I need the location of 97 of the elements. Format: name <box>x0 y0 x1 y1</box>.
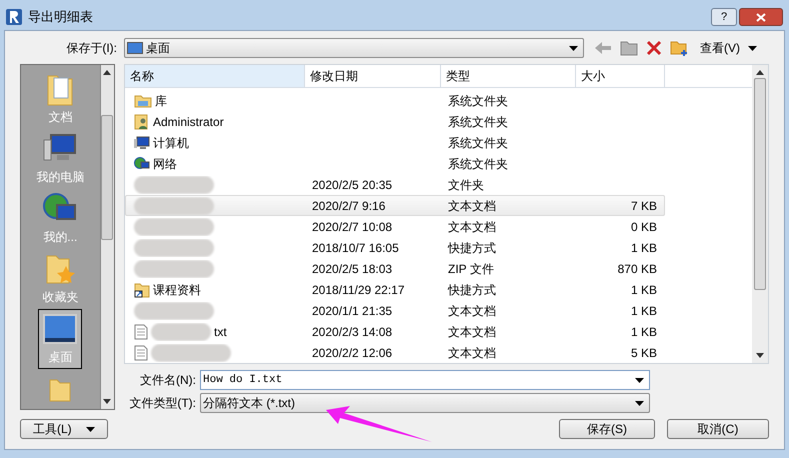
computer-icon <box>134 136 150 150</box>
file-type: 快捷方式 <box>448 282 496 296</box>
scroll-down-icon[interactable] <box>103 399 112 404</box>
file-size: 1 KB <box>630 282 657 296</box>
scroll-thumb[interactable] <box>754 78 766 290</box>
column-header[interactable]: 名称 <box>125 65 305 87</box>
file-size: 1 KB <box>630 324 657 338</box>
file-type: 文本文档 <box>448 346 496 360</box>
desktop-icon <box>43 314 78 344</box>
file-size: 1 KB <box>630 240 657 254</box>
dropdown-caret-icon <box>635 400 644 406</box>
file-row[interactable]: 2020/2/7 9:16 文本文档 7 KB <box>125 195 665 216</box>
modified-date: 2018/10/7 16:05 <box>312 240 399 254</box>
file-name: txt <box>214 324 227 340</box>
file-name-label: 文件名(N): <box>139 372 196 389</box>
network-icon <box>134 156 150 170</box>
modified-date: 2020/2/7 9:16 <box>312 198 386 212</box>
file-type: 文本文档 <box>448 198 496 212</box>
modified-date: 2020/1/1 21:35 <box>312 304 392 318</box>
text-file-icon <box>134 344 148 360</box>
file-type: 系统文件夹 <box>448 114 508 128</box>
close-icon <box>756 12 766 22</box>
modified-date: 2020/2/3 14:08 <box>312 324 392 338</box>
dropdown-caret-icon <box>635 378 644 382</box>
dropdown-caret-icon <box>86 426 95 432</box>
file-row[interactable]: 2020/2/2 12:06 文本文档 5 KB <box>125 342 665 363</box>
help-button[interactable]: ? <box>711 8 737 26</box>
save-button[interactable]: 保存(S) <box>559 419 655 439</box>
place-label: 文档 <box>48 109 72 126</box>
library-icon <box>134 94 152 108</box>
view-menu-button[interactable]: 查看(V) <box>700 39 757 57</box>
up-folder-icon[interactable] <box>620 40 638 56</box>
text-file-icon <box>134 324 148 340</box>
file-name-field[interactable]: How do I.txt <box>200 370 650 390</box>
cancel-button[interactable]: 取消(C) <box>667 419 769 439</box>
place-label: 我的电脑 <box>36 169 84 186</box>
dropdown-caret-icon <box>569 46 578 50</box>
file-type: 文本文档 <box>448 304 496 318</box>
file-row[interactable]: 2018/10/7 16:05 快捷方式 1 KB <box>125 237 665 258</box>
scroll-down-icon[interactable] <box>756 353 764 358</box>
place-label: 桌面 <box>48 349 72 366</box>
file-name: 库 <box>155 92 167 110</box>
file-type: 文件夹 <box>448 178 484 192</box>
file-row[interactable]: Administrator 系统文件夹 <box>125 111 665 132</box>
file-name: Administrator <box>153 114 224 130</box>
file-name: 网络 <box>153 156 177 172</box>
app-logo-icon <box>6 9 22 25</box>
window-title: 导出明细表 <box>28 8 93 26</box>
file-type: 文本文档 <box>448 324 496 338</box>
modified-date: 2020/2/7 10:08 <box>312 220 392 234</box>
file-type: 系统文件夹 <box>448 136 508 150</box>
new-folder-icon[interactable] <box>670 40 688 56</box>
file-type-label: 文件类型(T): <box>128 395 196 412</box>
place-label: 收藏夹 <box>42 289 78 306</box>
file-type: 系统文件夹 <box>448 94 508 108</box>
save-in-label: 保存于(I): <box>65 40 118 57</box>
dropdown-caret-icon <box>748 46 757 50</box>
modified-date: 2020/2/5 18:03 <box>312 262 392 276</box>
file-size: 0 KB <box>630 220 657 234</box>
place-label: 我的... <box>43 229 78 246</box>
file-row[interactable]: 2020/2/7 10:08 文本文档 0 KB <box>125 216 665 237</box>
column-header[interactable]: 大小 <box>576 65 665 87</box>
column-header[interactable]: 类型 <box>441 65 576 87</box>
file-name: 课程资料 <box>153 282 201 298</box>
file-row[interactable]: 2020/2/5 20:35 文件夹 <box>125 174 665 195</box>
close-button[interactable] <box>739 8 783 26</box>
file-row[interactable]: 2020/2/5 18:03 ZIP 文件 870 KB <box>125 258 665 279</box>
file-size: 870 KB <box>618 262 657 276</box>
file-size: 1 KB <box>630 304 657 318</box>
file-type: 快捷方式 <box>448 240 496 254</box>
save-in-dropdown[interactable]: 桌面 <box>124 38 584 58</box>
file-type: ZIP 文件 <box>448 262 494 276</box>
user-folder-icon <box>134 114 150 130</box>
tools-button[interactable]: 工具(L) <box>20 419 108 439</box>
file-type: 系统文件夹 <box>448 156 508 170</box>
file-name: 计算机 <box>153 134 189 152</box>
file-row[interactable]: txt 2020/2/3 14:08 文本文档 1 KB <box>125 321 665 342</box>
modified-date: 2020/2/5 20:35 <box>312 178 392 192</box>
file-row[interactable]: 课程资料 2018/11/29 22:17 快捷方式 1 KB <box>125 279 665 300</box>
delete-icon[interactable] <box>646 40 662 56</box>
file-type: 文本文档 <box>448 220 496 234</box>
scroll-thumb[interactable] <box>101 115 114 240</box>
scroll-up-icon[interactable] <box>103 70 112 75</box>
file-row[interactable]: 2020/1/1 21:35 文本文档 1 KB <box>125 300 665 321</box>
shortcut-folder-icon <box>134 282 150 298</box>
modified-date: 2018/11/29 22:17 <box>312 282 405 296</box>
desktop-icon <box>127 42 143 54</box>
scroll-up-icon[interactable] <box>756 70 764 75</box>
modified-date: 2020/2/2 12:06 <box>312 346 392 360</box>
save-in-value: 桌面 <box>146 40 170 57</box>
file-row[interactable]: 计算机 系统文件夹 <box>125 132 665 153</box>
file-type-dropdown[interactable]: 分隔符文本 (*.txt) <box>200 393 650 413</box>
column-header[interactable]: 修改日期 <box>305 65 441 87</box>
file-size: 7 KB <box>630 198 657 212</box>
file-size: 5 KB <box>630 346 657 360</box>
file-row[interactable]: 库 系统文件夹 <box>125 90 665 111</box>
file-row[interactable]: 网络 系统文件夹 <box>125 153 665 174</box>
